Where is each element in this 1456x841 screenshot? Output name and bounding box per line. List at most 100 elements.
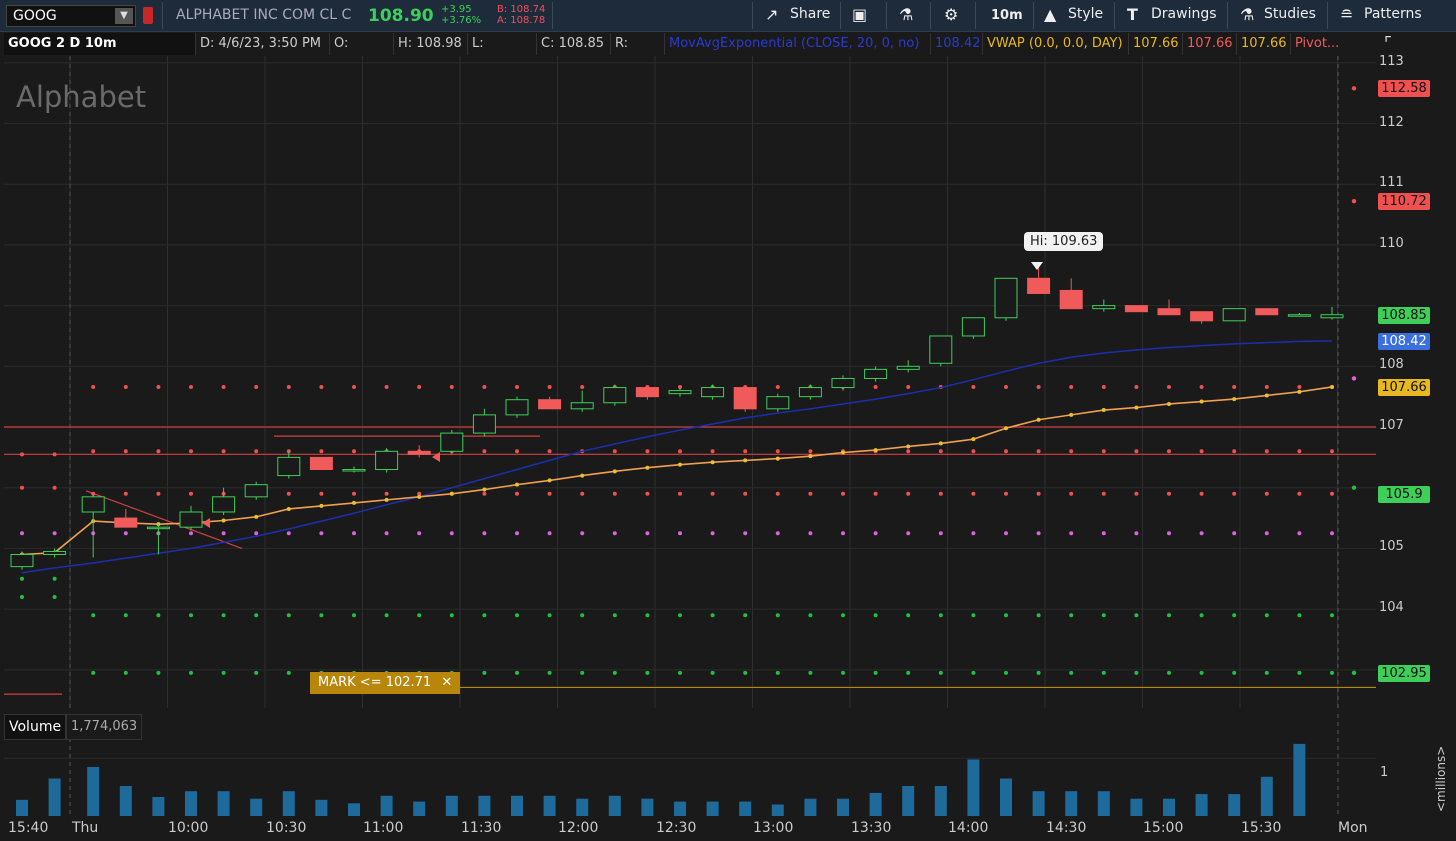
pivot-dot (547, 384, 552, 389)
price-chart[interactable] (4, 56, 1376, 708)
vwap-dot (743, 458, 748, 463)
candle-body (179, 511, 203, 528)
share-icon[interactable]: ↗ (765, 5, 778, 24)
close-icon[interactable]: ✕ (441, 675, 452, 690)
volume-bar (511, 795, 523, 816)
pivot-dot (1101, 613, 1106, 618)
vwap-dot (1069, 412, 1074, 417)
divider (930, 2, 931, 29)
pivot-dot (1167, 670, 1171, 675)
candle-body (375, 450, 399, 471)
divider (162, 2, 163, 29)
symbol-input[interactable]: GOOG ▼ (6, 5, 136, 27)
style-button[interactable]: Style (1068, 6, 1103, 22)
pivot-dot (710, 613, 715, 618)
patterns-button[interactable]: Patterns (1364, 6, 1422, 22)
pivot-study-label[interactable]: Pivot... (1291, 33, 1353, 55)
chart-settings-icon[interactable]: ⌜ (1384, 34, 1392, 54)
flask-icon[interactable]: ⚗ (899, 5, 913, 24)
pivot-dot (91, 670, 96, 675)
pivot-dot (20, 576, 24, 581)
chevron-down-icon[interactable]: ▼ (115, 8, 133, 24)
pivot-dot (123, 613, 128, 618)
volume-panel[interactable] (4, 714, 1376, 818)
pivot-dot (808, 491, 813, 496)
pivot-dot (1036, 491, 1041, 496)
vwap-dot (1199, 399, 1204, 404)
mark-alert-label[interactable]: MARK <= 102.71 ✕ (310, 672, 461, 694)
pivot-dot (743, 531, 748, 536)
candle-body (831, 377, 855, 389)
pivot-dot (91, 613, 96, 618)
price-tick-label: 112 (1379, 114, 1404, 130)
pivot-dot (547, 449, 552, 454)
vwap-dot (645, 465, 650, 470)
vwap-dot (286, 506, 291, 511)
pivot-dot (710, 531, 715, 536)
pivot-dot (384, 613, 389, 618)
volume-bar (1228, 794, 1241, 816)
pivot-dot (938, 531, 943, 536)
drawings-button[interactable]: Drawings (1151, 6, 1217, 22)
pivot-dot (938, 670, 943, 675)
gear-icon[interactable]: ⚙ (944, 5, 958, 24)
pivot-dot (286, 531, 291, 536)
pivot-dot (1004, 670, 1008, 675)
vwap-dot (1167, 401, 1171, 406)
pivot-dot (123, 531, 128, 536)
pivot-dot (1297, 613, 1302, 618)
pivot-dot (286, 491, 291, 496)
vwap-upper-value: 107.66 (1183, 33, 1237, 55)
studies-button[interactable]: Studies (1264, 6, 1316, 22)
vwap-study-label[interactable]: VWAP (0.0, 0.0, DAY) (983, 33, 1129, 55)
vwap-dot (515, 482, 519, 487)
pivot-dot (873, 384, 878, 389)
studies-icon[interactable]: ⚗ (1240, 5, 1254, 24)
price-tag: 107.66 (1378, 378, 1430, 396)
price-tick-label: 110 (1379, 235, 1404, 251)
alert-flag-icon[interactable] (143, 7, 153, 24)
volume-value: 1,774,063 (66, 714, 143, 740)
interval-button[interactable]: 10m (991, 8, 1023, 23)
candle-body (1092, 305, 1116, 310)
candle-body (538, 399, 562, 410)
volume-bar (445, 795, 458, 816)
pivot-dot (906, 531, 911, 536)
pivot-dot (384, 384, 389, 389)
vwap-dot (352, 500, 356, 505)
drawings-icon[interactable]: T (1127, 5, 1138, 24)
candle-body (766, 396, 790, 410)
candle-body (668, 390, 692, 395)
chart-title[interactable]: GOOG 2 D 10m [NASDAQ] (4, 33, 196, 73)
patterns-icon[interactable]: ≘ (1340, 5, 1353, 24)
pivot-dot (678, 613, 682, 618)
candle-body (994, 277, 1018, 319)
pivot-dot (1101, 384, 1106, 389)
pivot-dot (678, 449, 682, 454)
time-tick-label: 11:30 (461, 820, 502, 836)
pivot-dot (319, 613, 324, 618)
pivot-dot (1134, 491, 1139, 496)
time-axis[interactable]: 15:40 Thu 10:00 10:30 11:00 11:30 12:00 12:30 13… (0, 818, 1456, 841)
time-tick-label: 15:40 (8, 820, 49, 836)
time-tick-label: 13:00 (753, 820, 794, 836)
pivot-dot (808, 613, 813, 618)
snapshot-icon[interactable]: ▣ (852, 5, 867, 24)
pivot-dot (515, 531, 519, 536)
pivot-dot (1232, 491, 1237, 496)
style-icon[interactable]: ▲ (1044, 5, 1056, 24)
pivot-dot (1351, 199, 1357, 204)
volume-bar (1293, 743, 1306, 816)
pivot-dot (1004, 613, 1008, 618)
pivot-dot (482, 491, 487, 496)
divider (975, 2, 976, 29)
pivot-dot (1004, 531, 1008, 536)
pivot-dot (906, 670, 911, 675)
share-button[interactable]: Share (790, 6, 830, 22)
candle-body (342, 469, 366, 472)
volume-bar (1195, 794, 1208, 816)
candle-body (896, 365, 920, 370)
pivot-dot (906, 613, 911, 618)
last-price: 108.90 (368, 6, 434, 26)
ema-study-label[interactable]: MovAvgExponential (CLOSE, 20, 0, no) (665, 33, 931, 55)
